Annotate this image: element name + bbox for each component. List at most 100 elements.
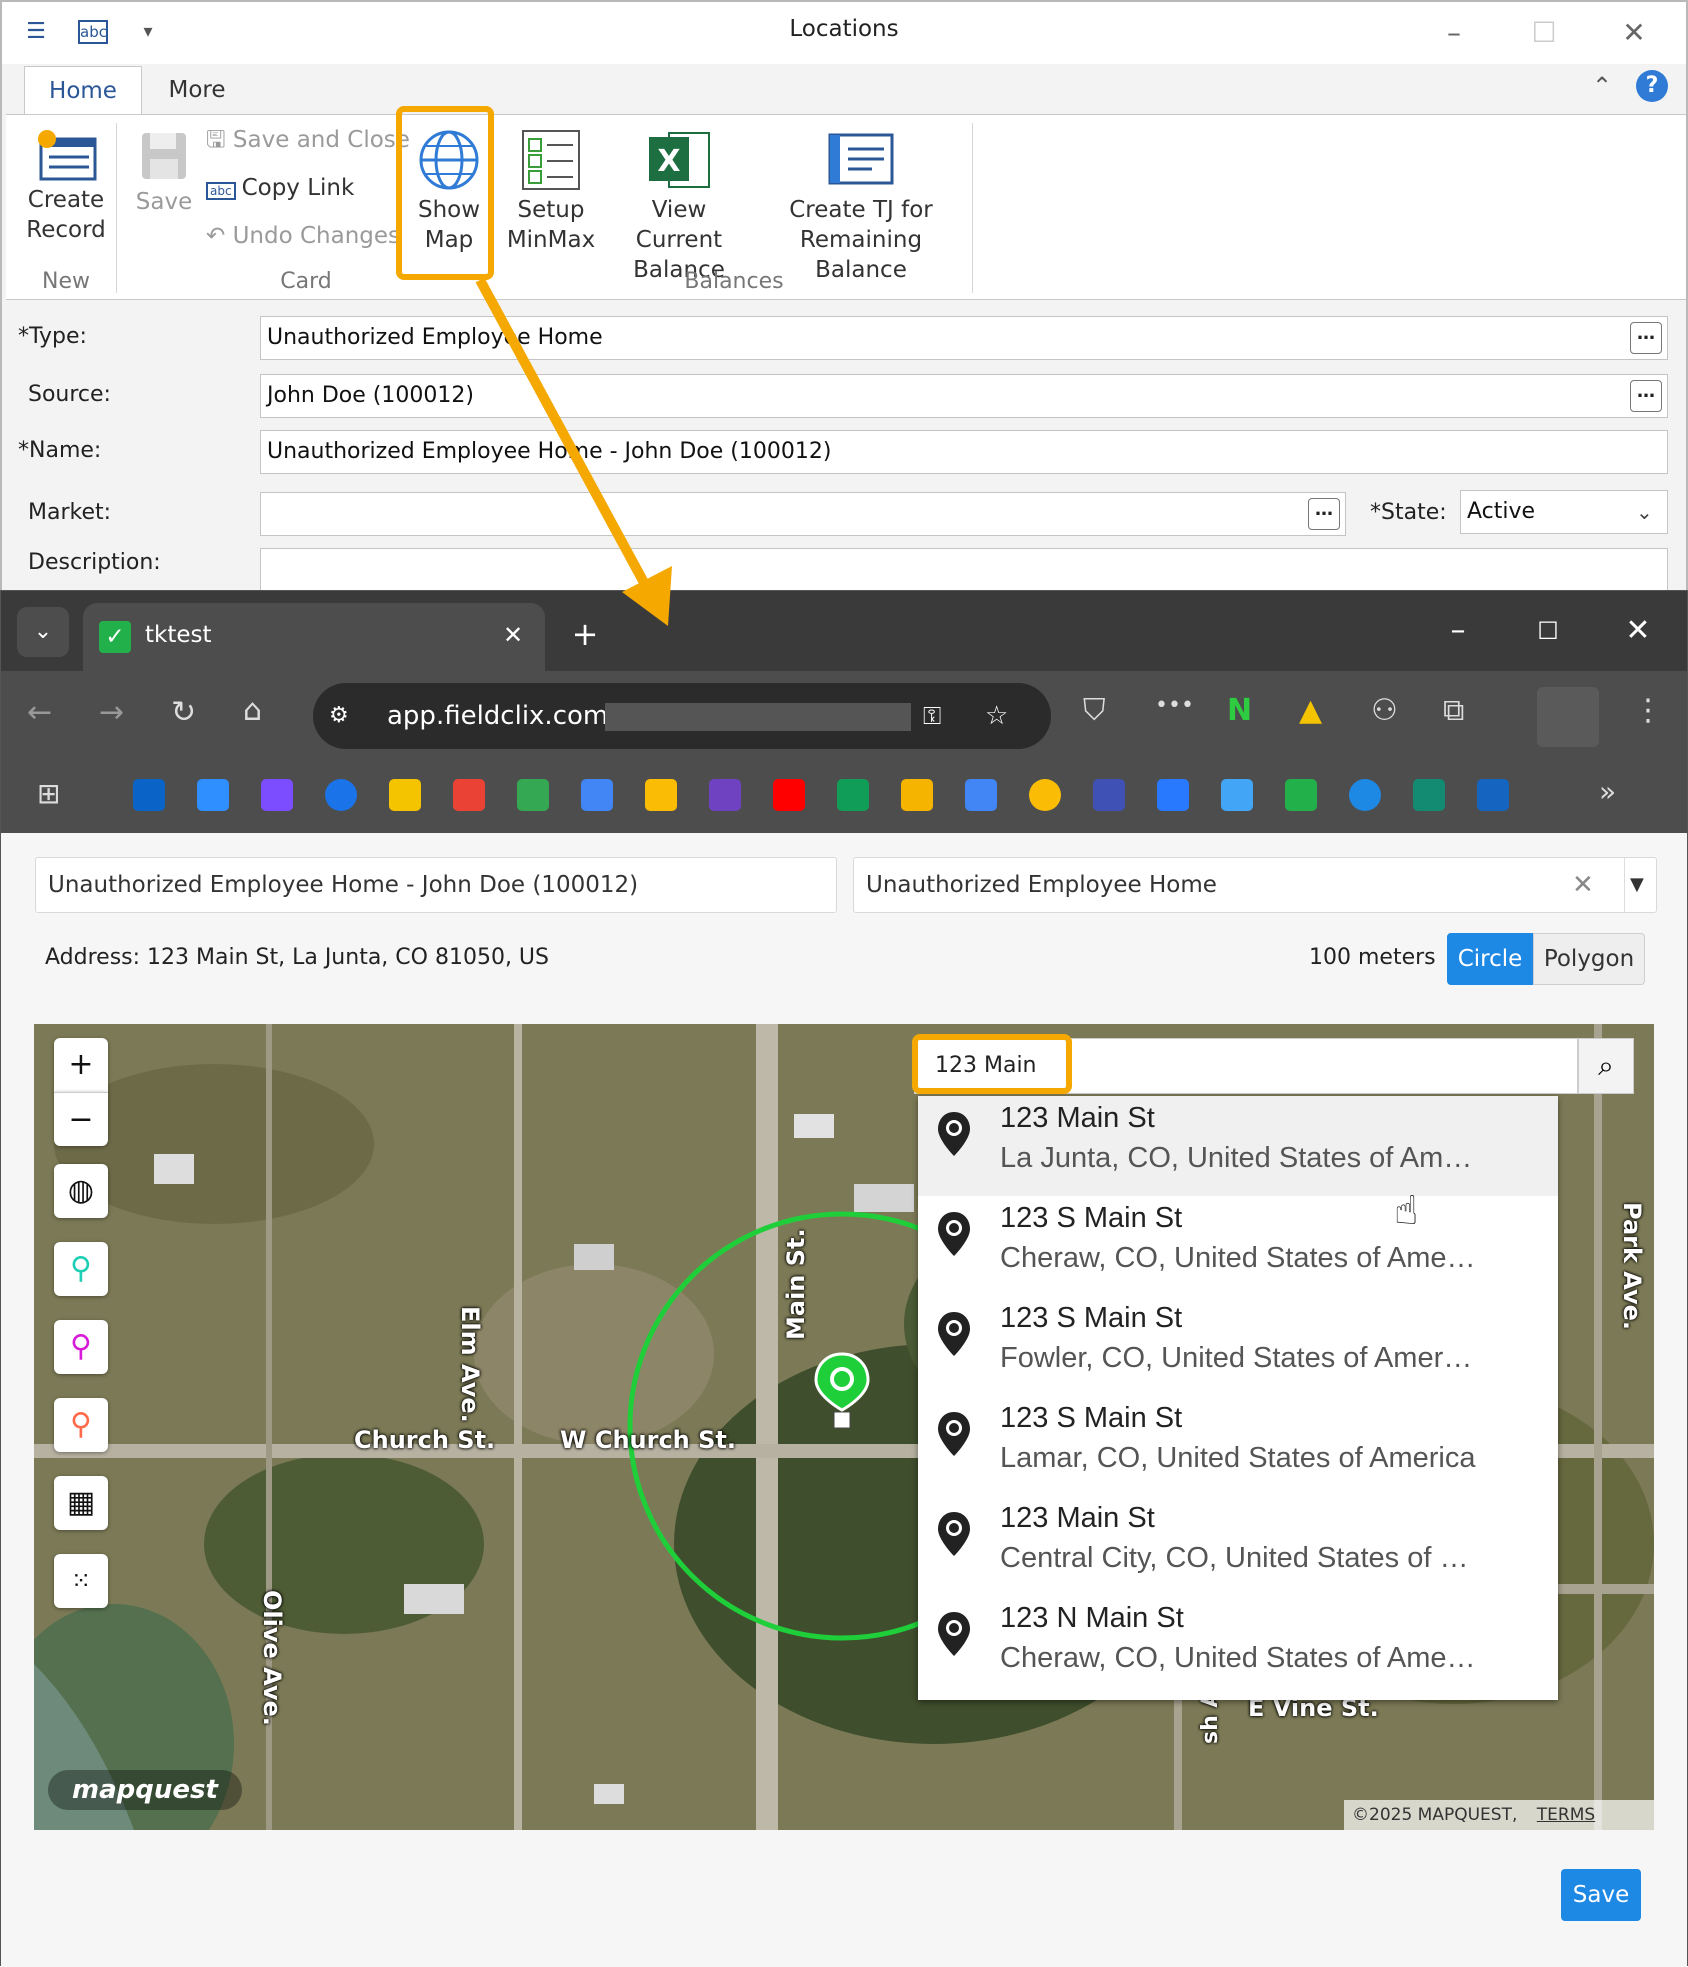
reload-icon[interactable]: ↻: [171, 695, 196, 730]
type-dropdown-icon[interactable]: ▼: [1630, 858, 1644, 912]
more-bookmarks-icon[interactable]: »: [1599, 775, 1616, 808]
result-pin-icon: [938, 1212, 970, 1256]
search-result[interactable]: 123 S Main St Fowler, CO, United States …: [918, 1296, 1558, 1396]
calendar-bookmark-icon[interactable]: [581, 779, 613, 811]
save-and-close-button[interactable]: 🖫 Save and Close: [206, 125, 410, 155]
extension-icon[interactable]: ⚇: [1371, 693, 1398, 728]
account-bookmark-icon[interactable]: [325, 779, 357, 811]
browser-minimize-button[interactable]: –: [1413, 591, 1503, 671]
zoom-in-button[interactable]: +: [54, 1038, 108, 1092]
slides-bookmark-icon[interactable]: [901, 779, 933, 811]
market-lookup-button[interactable]: …: [1308, 498, 1340, 530]
zoom-out-button[interactable]: −: [54, 1092, 108, 1146]
fieldclix-bookmark-icon[interactable]: [1285, 779, 1317, 811]
source-lookup-button[interactable]: …: [1630, 380, 1662, 412]
name-field[interactable]: Unauthorized Employee Home - John Doe (1…: [260, 430, 1668, 474]
maximize-button[interactable]: ☐: [1514, 8, 1574, 58]
trello-bookmark-icon[interactable]: [1157, 779, 1189, 811]
sheets-bookmark-icon[interactable]: [837, 779, 869, 811]
collapse-ribbon-icon[interactable]: ⌃: [1592, 72, 1612, 100]
state-chevron-down-icon: ⌄: [1636, 500, 1653, 524]
photos-bookmark-icon[interactable]: [645, 779, 677, 811]
close-tab-icon[interactable]: ✕: [503, 603, 523, 667]
maps-bookmark-icon[interactable]: [517, 779, 549, 811]
browser-tab[interactable]: ✓ tktest ✕: [83, 603, 545, 671]
tab-more[interactable]: More: [152, 66, 242, 116]
forms-bookmark-icon[interactable]: [1093, 779, 1125, 811]
location-marker-icon[interactable]: [812, 1352, 872, 1432]
outlook-bookmark-icon[interactable]: [133, 779, 165, 811]
save-ribbon-button[interactable]: Save: [124, 129, 204, 217]
grid-icon[interactable]: ▦: [54, 1476, 108, 1530]
result-place: Central City, CO, United States of …: [1000, 1542, 1469, 1574]
result-pin-icon: [938, 1112, 970, 1156]
clear-type-icon[interactable]: ✕: [1572, 858, 1594, 912]
shield-extension-icon[interactable]: ⛉: [1083, 693, 1106, 728]
dots-cluster-icon[interactable]: ⁙: [54, 1554, 108, 1608]
close-button[interactable]: ✕: [1604, 8, 1664, 58]
browser-close-button[interactable]: ✕: [1593, 591, 1683, 671]
keep-bookmark-icon[interactable]: [1029, 779, 1061, 811]
profile-avatar[interactable]: [1537, 687, 1599, 747]
search-result[interactable]: 123 S Main St Lamar, CO, United States o…: [918, 1396, 1558, 1496]
type-field[interactable]: Unauthorized Employee Home: [260, 316, 1668, 360]
password-key-icon[interactable]: ⚿: [923, 683, 941, 749]
undo-changes-button[interactable]: ↶ Undo Changes: [206, 221, 400, 251]
todo-bookmark-icon[interactable]: [1221, 779, 1253, 811]
polygon-toggle[interactable]: Polygon: [1533, 933, 1645, 985]
market-field[interactable]: [260, 492, 1346, 536]
satellite-map[interactable]: Church St. W Church St. Elm Ave. Main St…: [34, 1024, 1654, 1830]
forward-icon[interactable]: →: [99, 695, 124, 730]
location-type-select[interactable]: Unauthorized Employee Home ✕ ▼: [853, 857, 1657, 913]
extension-dots-icon[interactable]: •••: [1155, 693, 1194, 718]
tab-search-chevron-icon[interactable]: ⌄: [17, 607, 69, 657]
bookmarks-bar: ⊞ »: [1, 761, 1687, 833]
search-result[interactable]: 123 S Main St Cheraw, CO, United States …: [918, 1196, 1558, 1296]
magenta-pin-icon[interactable]: ⚲: [54, 1320, 108, 1374]
copy-link-button[interactable]: abc Copy Link: [206, 173, 354, 206]
tab-home[interactable]: Home: [24, 66, 142, 116]
drive-bookmark-icon[interactable]: [389, 779, 421, 811]
site-info-icon[interactable]: ⚙: [329, 683, 349, 749]
docs-bookmark-icon[interactable]: [965, 779, 997, 811]
home-icon[interactable]: ⌂: [243, 693, 262, 728]
new-tab-button[interactable]: +: [557, 609, 613, 659]
description-field[interactable]: [260, 548, 1668, 592]
location-name-input[interactable]: Unauthorized Employee Home - John Doe (1…: [35, 857, 837, 913]
setup-minmax-button[interactable]: Setup MinMax: [502, 129, 600, 255]
copilot2-bookmark-icon[interactable]: [709, 779, 741, 811]
copilot-bookmark-icon[interactable]: [261, 779, 293, 811]
gmail-bookmark-icon[interactable]: [453, 779, 485, 811]
forms2-bookmark-icon[interactable]: [1413, 779, 1445, 811]
tasks-bookmark-icon[interactable]: [1349, 779, 1381, 811]
create-tj-button[interactable]: Create TJ for Remaining Balance: [756, 129, 966, 285]
browser-maximize-button[interactable]: ☐: [1503, 591, 1593, 671]
circle-toggle[interactable]: Circle: [1447, 933, 1533, 985]
type-lookup-button[interactable]: …: [1630, 322, 1662, 354]
source-field[interactable]: John Doe (100012): [260, 374, 1668, 418]
terms-link[interactable]: TERMS: [1537, 1805, 1595, 1825]
view-current-balance-button[interactable]: X View Current Balance: [606, 129, 752, 285]
map-search-button[interactable]: ⌕: [1578, 1038, 1634, 1094]
extensions-puzzle-icon[interactable]: ⧉: [1443, 693, 1464, 728]
search-result[interactable]: 123 Main St La Junta, CO, United States …: [918, 1096, 1558, 1196]
minimize-button[interactable]: –: [1424, 8, 1484, 58]
youtube-bookmark-icon[interactable]: [773, 779, 805, 811]
save-button[interactable]: Save: [1561, 1869, 1641, 1921]
help-icon[interactable]: ?: [1636, 70, 1668, 102]
search-result[interactable]: 123 Main St Central City, CO, United Sta…: [918, 1496, 1558, 1596]
notes-extension-icon[interactable]: N: [1227, 693, 1252, 728]
mail-bookmark-icon[interactable]: [1477, 779, 1509, 811]
globe-layer-icon[interactable]: ◍: [54, 1164, 108, 1218]
back-icon[interactable]: ←: [27, 695, 52, 730]
address-bar[interactable]: ⚙ app.fieldclix.com/ ⚿ ☆: [313, 683, 1051, 749]
create-record-button[interactable]: Create Record: [16, 129, 116, 245]
search-result[interactable]: 123 N Main St Cheraw, CO, United States …: [918, 1596, 1558, 1696]
apps-grid-icon[interactable]: ⊞: [37, 777, 60, 810]
drive-extension-icon[interactable]: ▲: [1299, 693, 1322, 728]
browser-menu-icon[interactable]: ⋮: [1633, 693, 1663, 728]
windows-bookmark-icon[interactable]: [197, 779, 229, 811]
bookmark-star-icon[interactable]: ☆: [985, 683, 1008, 749]
teal-pin-icon[interactable]: ⚲: [54, 1242, 108, 1296]
orange-pin-icon[interactable]: ⚲: [54, 1398, 108, 1452]
